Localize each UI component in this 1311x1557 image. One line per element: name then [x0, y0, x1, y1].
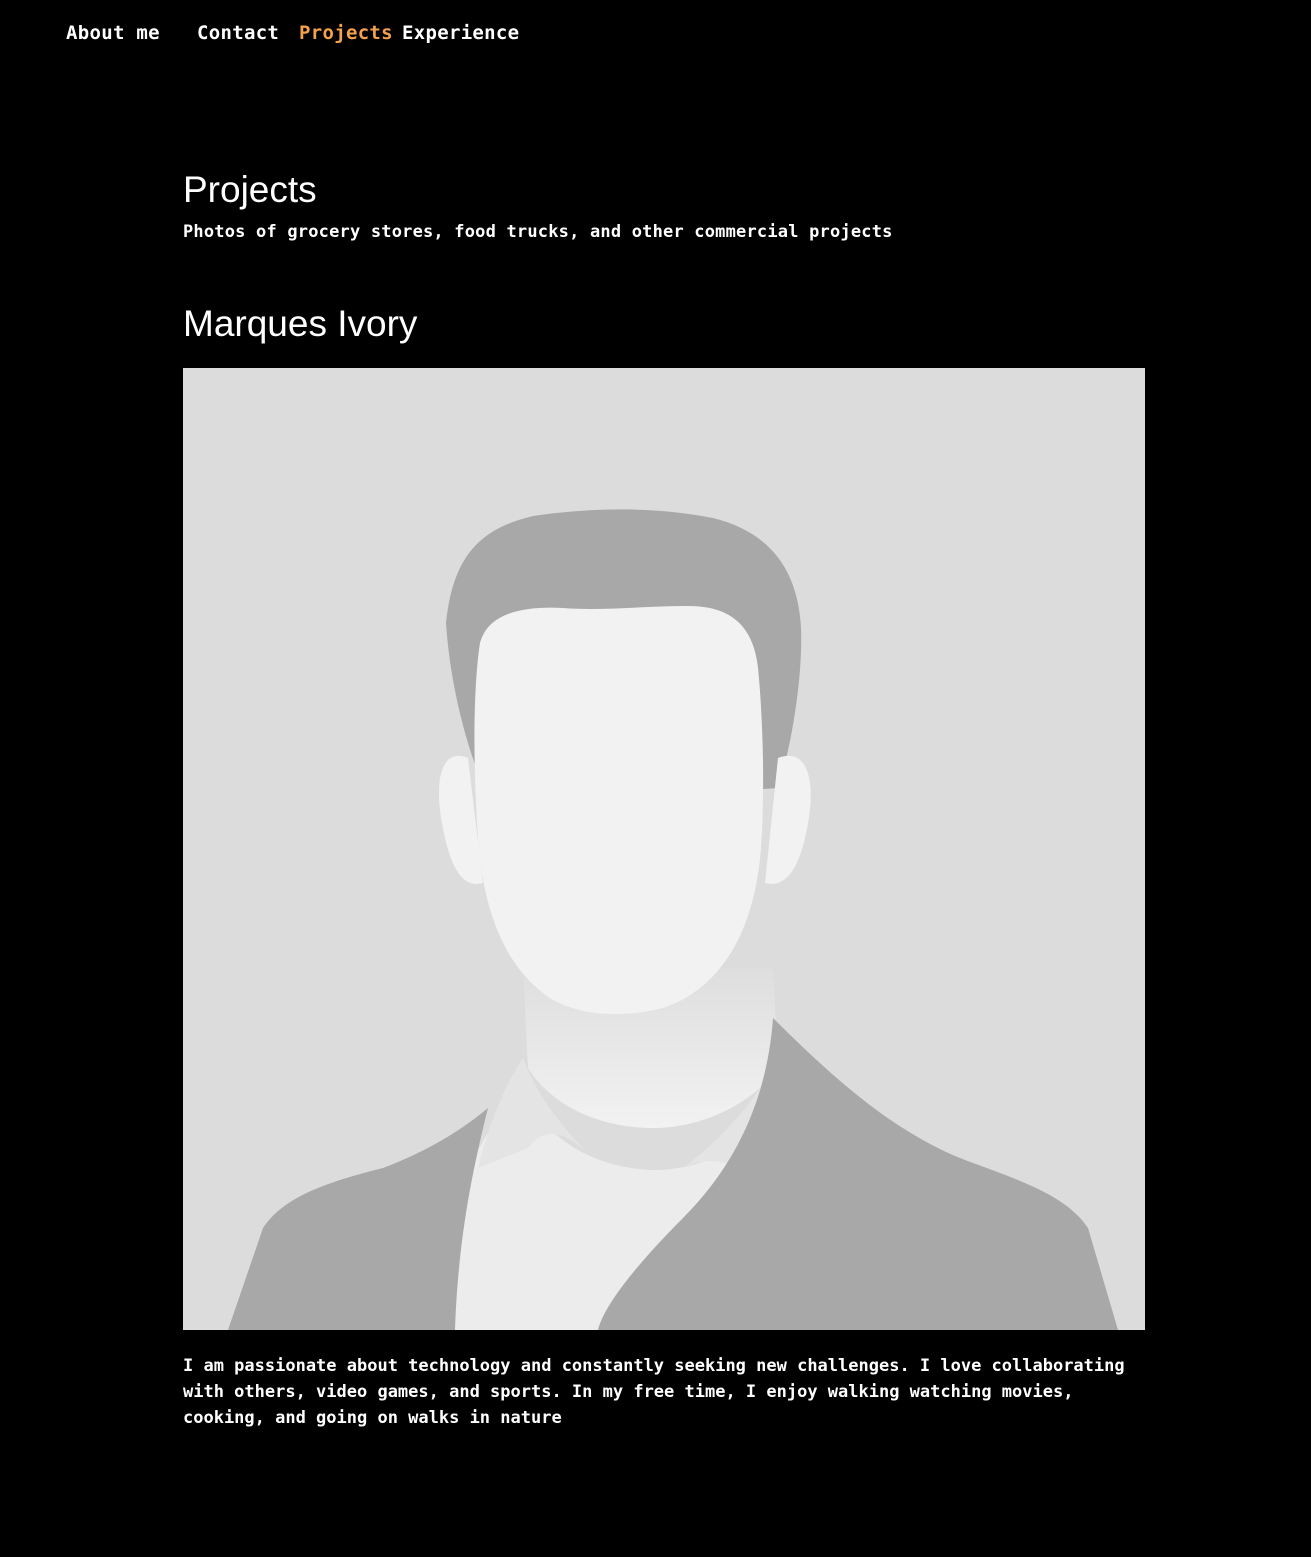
nav-link-projects[interactable]: Projects — [299, 18, 393, 48]
nav-link-experience[interactable]: Experience — [402, 18, 519, 48]
default-avatar-silhouette-icon — [183, 368, 1145, 1330]
profile-name: Marques Ivory — [183, 303, 418, 344]
page-title: Projects — [183, 169, 317, 210]
nav-link-contact[interactable]: Contact — [197, 18, 279, 48]
profile-photo — [183, 368, 1145, 1330]
nav-link-about-me[interactable]: About me — [66, 18, 160, 48]
profile-bio: I am passionate about technology and con… — [183, 1356, 1125, 1428]
page-subtitle: Photos of grocery stores, food trucks, a… — [183, 222, 893, 242]
